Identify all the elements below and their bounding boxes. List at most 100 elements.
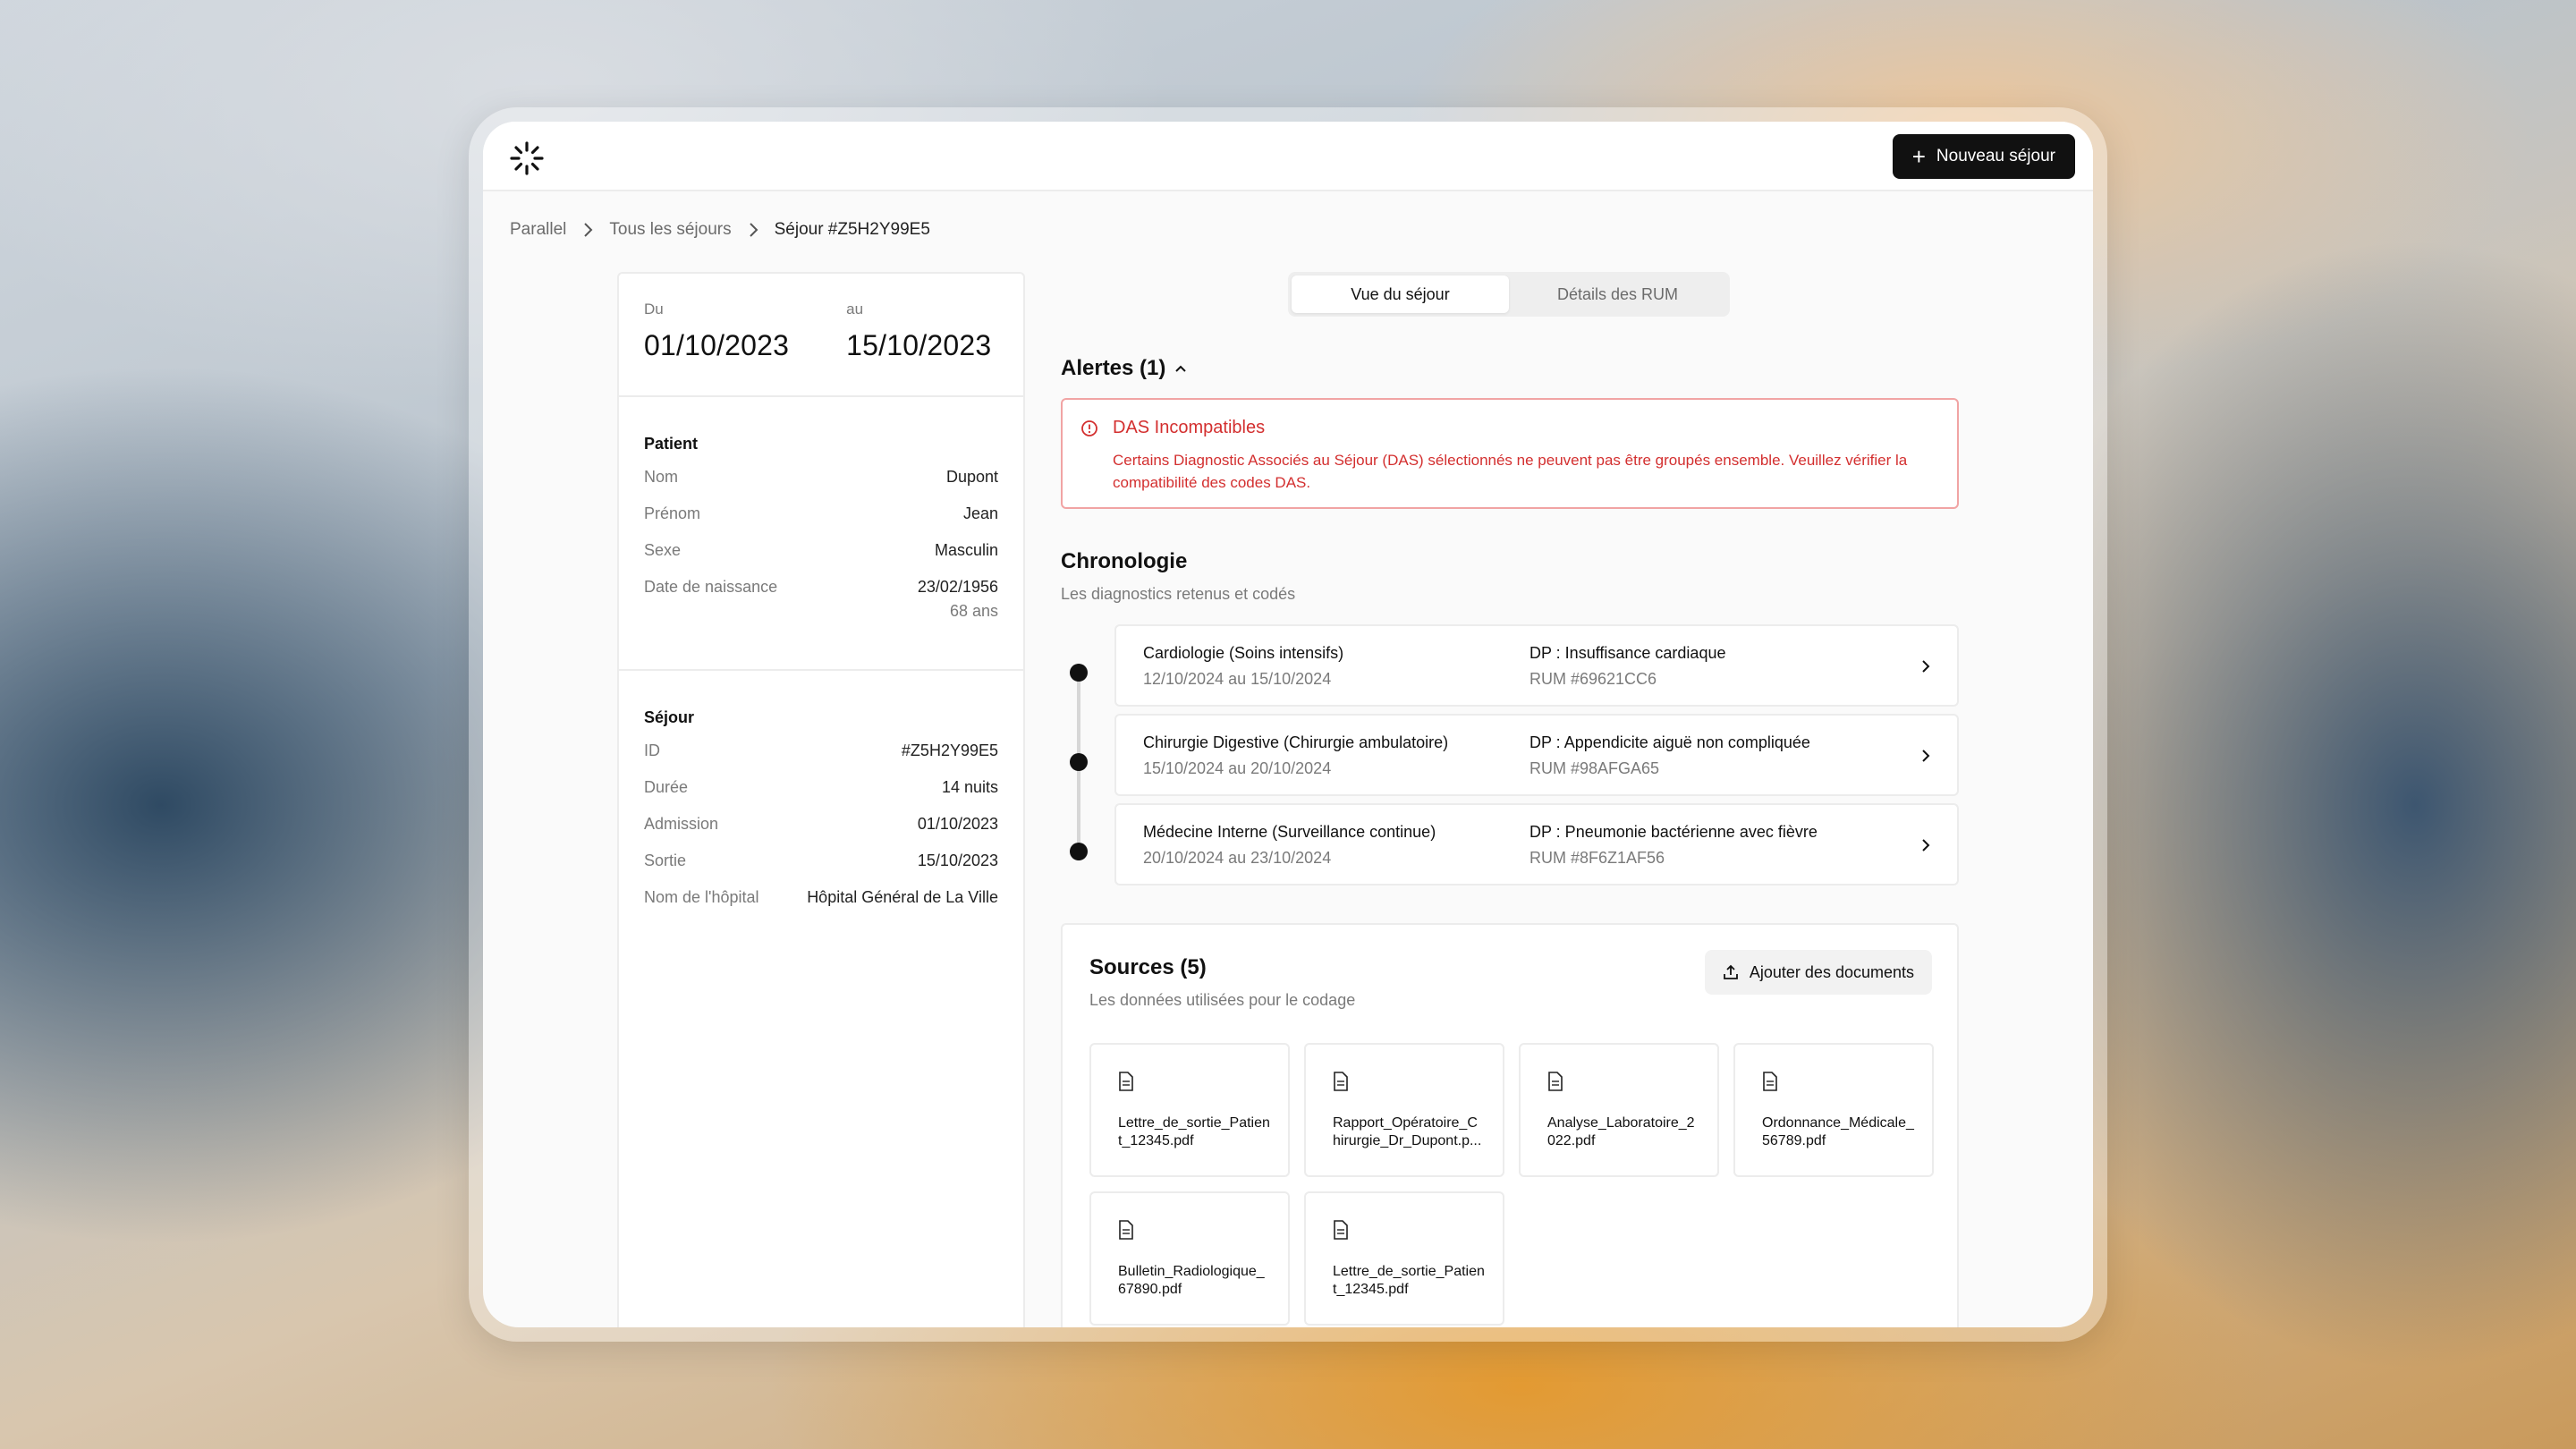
sejour-row-admission: Admission 01/10/2023 (644, 815, 998, 834)
source-files-grid: Lettre_de_sortie_Patient_12345.pdf Rappo… (1089, 1043, 1937, 1326)
chronologie-subtitle: Les diagnostics retenus et codés (1061, 585, 1296, 603)
plus-icon: + (1911, 143, 1926, 170)
app-window: + Nouveau séjour Parallel Tous les séjou… (483, 122, 2093, 1327)
file-icon (1548, 1072, 1563, 1091)
sejour-summary-panel: Du 01/10/2023 au 15/10/2023 Patient Nom … (617, 272, 1025, 1327)
file-name: Lettre_de_sortie_Patient_12345.pdf (1118, 1115, 1270, 1148)
kv-value: Hôpital Général de La Ville (807, 888, 998, 906)
chrono-service: Chirurgie Digestive (Chirurgie ambulatoi… (1143, 733, 1448, 778)
kv-value: 23/02/1956 68 ans (918, 578, 998, 621)
breadcrumb-current: Séjour #Z5H2Y99E5 (774, 220, 930, 239)
sejour-row-duree: Durée 14 nuits (644, 778, 998, 797)
alerts-toggle[interactable]: Alertes (1) (1061, 356, 1187, 381)
sejour-row-sortie: Sortie 15/10/2023 (644, 852, 998, 870)
file-icon (1334, 1072, 1348, 1091)
new-sejour-button[interactable]: + Nouveau séjour (1892, 134, 2075, 179)
alerts-heading: Alertes (1) (1061, 356, 1166, 380)
source-file[interactable]: Lettre_de_sortie_Patient_12345.pdf (1089, 1043, 1290, 1177)
kv-key: ID (644, 741, 660, 759)
dp-label: DP : Insuffisance cardiaque (1530, 644, 1726, 662)
timeline-dot (1070, 843, 1088, 860)
chronologie-item[interactable]: Chirurgie Digestive (Chirurgie ambulatoi… (1114, 714, 1959, 796)
source-file[interactable]: Ordonnance_Médicale_56789.pdf (1733, 1043, 1934, 1177)
breadcrumb: Parallel Tous les séjours Séjour #Z5H2Y9… (510, 220, 930, 240)
patient-row-naissance: Date de naissance 23/02/1956 68 ans (644, 578, 998, 621)
dp-label: DP : Appendicite aiguë non compliquée (1530, 733, 1810, 751)
birth-date: 23/02/1956 (917, 578, 998, 596)
kv-value: Jean (962, 504, 998, 522)
service-name: Médecine Interne (Surveillance continue) (1143, 823, 1436, 841)
chrono-dp: DP : Pneumonie bactérienne avec fièvre R… (1530, 823, 1818, 868)
kv-key: Nom (644, 468, 679, 486)
alert-text: Certains Diagnostic Associés au Séjour (… (1113, 452, 1908, 491)
kv-value: #Z5H2Y99E5 (901, 741, 998, 759)
kv-value: Dupont (945, 468, 998, 486)
chevron-right-icon (1922, 839, 1930, 852)
sources-card: Sources (5) Les données utilisées pour l… (1061, 923, 1959, 1327)
patient-row-prenom: Prénom Jean (644, 504, 998, 523)
patient-title: Patient (644, 435, 699, 453)
dp-label: DP : Pneumonie bactérienne avec fièvre (1530, 823, 1818, 841)
view-tabs: Vue du séjour Détails des RUM (1288, 272, 1730, 317)
file-icon (1119, 1072, 1133, 1091)
patient-row-nom: Nom Dupont (644, 468, 998, 487)
file-icon (1334, 1220, 1348, 1240)
chronologie-title: Chronologie (1061, 549, 1188, 573)
rum-id: RUM #69621CC6 (1530, 670, 1657, 688)
kv-key: Admission (644, 815, 719, 833)
kv-key: Sexe (644, 541, 682, 559)
new-sejour-label: Nouveau séjour (1936, 147, 2055, 165)
date-from-value: 01/10/2023 (644, 329, 790, 361)
rum-id: RUM #98AFGA65 (1530, 759, 1660, 777)
chronologie-item[interactable]: Médecine Interne (Surveillance continue)… (1114, 803, 1959, 886)
sources-title: Sources (5) (1089, 955, 1207, 979)
date-to-value: 15/10/2023 (846, 329, 992, 361)
tab-details-rum[interactable]: Détails des RUM (1509, 275, 1726, 313)
date-from-label: Du (644, 301, 664, 318)
chrono-dp: DP : Appendicite aiguë non compliquée RU… (1530, 733, 1810, 778)
kv-value: 01/10/2023 (917, 815, 998, 833)
kv-value: 15/10/2023 (917, 852, 998, 869)
file-name: Bulletin_Radiologique_67890.pdf (1118, 1264, 1265, 1297)
breadcrumb-parallel[interactable]: Parallel (510, 220, 566, 240)
source-file[interactable]: Rapport_Opératoire_Chirurgie_Dr_Dupont.p… (1304, 1043, 1504, 1177)
chevron-right-icon (1922, 750, 1930, 762)
kv-key: Date de naissance (644, 578, 778, 596)
service-name: Cardiologie (Soins intensifs) (1143, 644, 1344, 662)
file-name: Ordonnance_Médicale_56789.pdf (1762, 1115, 1914, 1148)
alert-circle-icon (1081, 420, 1097, 436)
logo-icon[interactable] (508, 140, 546, 177)
sources-subtitle: Les données utilisées pour le codage (1089, 991, 1356, 1009)
service-dates: 12/10/2024 au 15/10/2024 (1143, 670, 1332, 688)
file-name: Lettre_de_sortie_Patient_12345.pdf (1333, 1264, 1485, 1297)
kv-key: Durée (644, 778, 689, 796)
alert-title: DAS Incompatibles (1113, 418, 1266, 437)
sejour-row-id: ID #Z5H2Y99E5 (644, 741, 998, 760)
top-bar: + Nouveau séjour (483, 122, 2093, 191)
chevron-up-icon (1175, 365, 1187, 372)
chrono-service: Médecine Interne (Surveillance continue)… (1143, 823, 1436, 868)
alert-das-incompatibles: DAS Incompatibles Certains Diagnostic As… (1061, 398, 1959, 509)
file-name: Rapport_Opératoire_Chirurgie_Dr_Dupont.p… (1333, 1115, 1482, 1148)
source-file[interactable]: Lettre_de_sortie_Patient_12345.pdf (1304, 1191, 1504, 1326)
chevron-right-icon (1922, 660, 1930, 673)
file-icon (1119, 1220, 1133, 1240)
add-documents-button[interactable]: Ajouter des documents (1704, 950, 1932, 995)
service-dates: 20/10/2024 au 23/10/2024 (1143, 849, 1332, 867)
source-file[interactable]: Analyse_Laboratoire_2022.pdf (1519, 1043, 1719, 1177)
breadcrumb-all-sejours[interactable]: Tous les séjours (609, 220, 731, 240)
add-documents-label: Ajouter des documents (1749, 962, 1914, 981)
chrono-service: Cardiologie (Soins intensifs) 12/10/2024… (1143, 644, 1343, 689)
file-icon (1763, 1072, 1777, 1091)
service-name: Chirurgie Digestive (Chirurgie ambulatoi… (1143, 733, 1449, 751)
date-to-label: au (846, 301, 864, 318)
source-file[interactable]: Bulletin_Radiologique_67890.pdf (1089, 1191, 1290, 1326)
tab-vue-sejour[interactable]: Vue du séjour (1292, 275, 1509, 313)
sejour-row-hopital: Nom de l'hôpital Hôpital Général de La V… (644, 888, 998, 907)
patient-row-sexe: Sexe Masculin (644, 541, 998, 560)
timeline-dot (1070, 753, 1088, 771)
service-dates: 15/10/2024 au 20/10/2024 (1143, 759, 1332, 777)
chrono-dp: DP : Insuffisance cardiaque RUM #69621CC… (1530, 644, 1725, 689)
chronologie-item[interactable]: Cardiologie (Soins intensifs) 12/10/2024… (1114, 624, 1959, 707)
timeline-dot (1070, 664, 1088, 682)
